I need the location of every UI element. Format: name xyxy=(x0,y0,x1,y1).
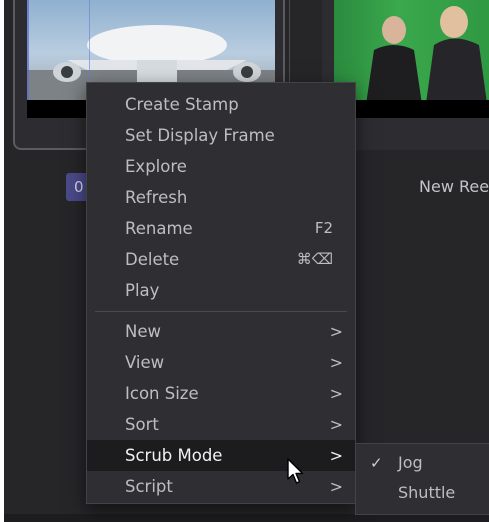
menu-item-script[interactable]: Script > xyxy=(87,471,355,502)
menu-item-label: Refresh xyxy=(125,188,188,207)
menu-item-label: Scrub Mode xyxy=(125,446,223,465)
menu-item-view[interactable]: View > xyxy=(87,347,355,378)
menu-item-refresh[interactable]: Refresh xyxy=(87,182,355,213)
scrub-mode-submenu: ✓ Jog Shuttle xyxy=(355,443,489,515)
submenu-item-shuttle[interactable]: Shuttle xyxy=(356,478,489,508)
chevron-right-icon: > xyxy=(329,477,343,496)
chevron-right-icon: > xyxy=(329,446,343,465)
menu-item-label: Set Display Frame xyxy=(125,126,275,145)
arrow-pointer-icon xyxy=(287,458,304,484)
menu-item-label: View xyxy=(125,353,165,372)
greenscreen-thumbnail-image xyxy=(334,0,489,118)
menu-item-explore[interactable]: Explore xyxy=(87,151,355,182)
submenu-item-label: Jog xyxy=(398,453,423,472)
menu-item-label: Play xyxy=(125,281,160,300)
menu-item-play[interactable]: Play xyxy=(87,275,355,306)
chevron-right-icon: > xyxy=(329,415,343,434)
delete-shortcut: ⌘⌫ xyxy=(296,250,333,268)
submenu-item-jog[interactable]: ✓ Jog xyxy=(356,448,489,478)
chevron-right-icon: > xyxy=(329,384,343,403)
menu-item-scrub-mode[interactable]: Scrub Mode > xyxy=(87,440,355,471)
menu-item-label: Delete xyxy=(125,250,180,269)
menu-item-label: New xyxy=(125,322,161,341)
chevron-right-icon: > xyxy=(329,322,343,341)
menu-item-set-display-frame[interactable]: Set Display Frame xyxy=(87,120,355,151)
panel-bottom-strip xyxy=(4,514,489,522)
menu-item-label: Rename xyxy=(125,219,193,238)
clip-name-label[interactable]: New Ree xyxy=(419,177,489,196)
menu-item-icon-size[interactable]: Icon Size > xyxy=(87,378,355,409)
menu-item-delete[interactable]: Delete ⌘⌫ xyxy=(87,244,355,275)
menu-item-rename[interactable]: Rename F2 xyxy=(87,213,355,244)
menu-item-label: Sort xyxy=(125,415,159,434)
menu-item-new[interactable]: New > xyxy=(87,316,355,347)
context-menu: Create Stamp Set Display Frame Explore R… xyxy=(86,82,356,504)
checkmark-icon: ✓ xyxy=(370,454,383,472)
menu-item-create-stamp[interactable]: Create Stamp xyxy=(87,89,355,120)
menu-item-label: Create Stamp xyxy=(125,95,239,114)
menu-separator xyxy=(95,311,347,312)
submenu-item-label: Shuttle xyxy=(398,483,456,502)
rename-shortcut: F2 xyxy=(314,219,333,237)
menu-item-sort[interactable]: Sort > xyxy=(87,409,355,440)
menu-item-label: Icon Size xyxy=(125,384,199,403)
chevron-right-icon: > xyxy=(329,353,343,372)
menu-item-label: Script xyxy=(125,477,173,496)
menu-item-label: Explore xyxy=(125,157,187,176)
thumbnail-black-bar xyxy=(334,100,489,118)
